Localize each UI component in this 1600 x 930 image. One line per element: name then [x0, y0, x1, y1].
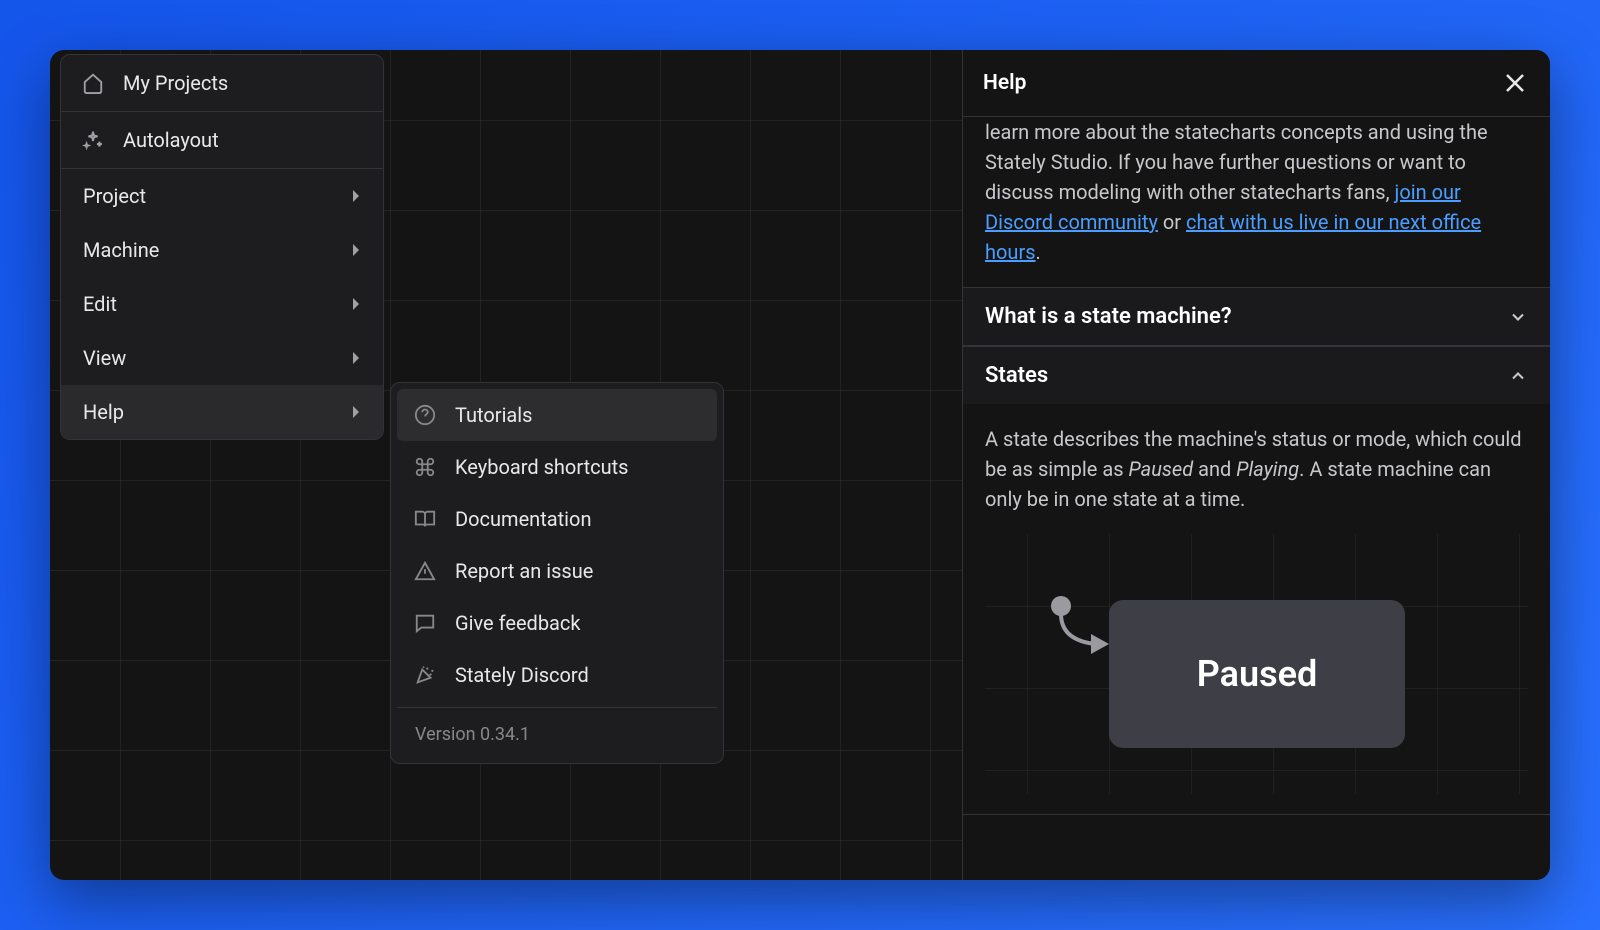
help-intro-text: learn more about the statecharts concept…	[963, 117, 1550, 287]
help-panel-title: Help	[983, 71, 1026, 95]
submenu-tutorials[interactable]: Tutorials	[397, 389, 717, 441]
chevron-up-icon	[1508, 366, 1528, 386]
main-menu: My Projects Autolayout Project Machine E…	[60, 54, 384, 440]
menu-label: Autolayout	[123, 128, 219, 152]
submenu-label: Documentation	[455, 507, 592, 531]
book-icon	[413, 507, 437, 531]
submenu-give-feedback[interactable]: Give feedback	[397, 597, 717, 649]
chevron-right-icon	[351, 405, 361, 419]
menu-machine[interactable]: Machine	[61, 223, 383, 277]
text-fragment: or	[1158, 210, 1186, 234]
warning-icon	[413, 559, 437, 583]
accordion-body: A state describes the machine's status o…	[963, 404, 1550, 814]
menu-label: Help	[83, 400, 124, 424]
menu-help[interactable]: Help	[61, 385, 383, 439]
command-icon	[413, 455, 437, 479]
help-panel-body: learn more about the statecharts concept…	[963, 117, 1550, 880]
submenu-report-issue[interactable]: Report an issue	[397, 545, 717, 597]
submenu-documentation[interactable]: Documentation	[397, 493, 717, 545]
menu-view[interactable]: View	[61, 331, 383, 385]
menu-my-projects[interactable]: My Projects	[61, 55, 383, 112]
accordion-title: What is a state machine?	[985, 304, 1232, 329]
help-panel-header: Help	[963, 50, 1550, 117]
confetti-icon	[413, 663, 437, 687]
accordion-what-is-state-machine: What is a state machine?	[963, 287, 1550, 346]
submenu-label: Tutorials	[455, 403, 533, 427]
text-fragment: .	[1036, 240, 1041, 264]
menu-autolayout[interactable]: Autolayout	[61, 112, 383, 169]
text-italic: Playing	[1236, 457, 1299, 481]
accordion-header[interactable]: States	[963, 347, 1550, 404]
menu-label: Edit	[83, 292, 117, 316]
app-window: My Projects Autolayout Project Machine E…	[50, 50, 1550, 880]
state-node: Paused	[1109, 600, 1405, 748]
chevron-down-icon	[1508, 307, 1528, 327]
menu-label: Machine	[83, 238, 159, 262]
close-button[interactable]	[1500, 68, 1530, 98]
home-icon	[81, 71, 105, 95]
menu-label: View	[83, 346, 126, 370]
chevron-right-icon	[351, 243, 361, 257]
transition-arrow-icon	[1057, 612, 1117, 662]
close-icon	[1503, 71, 1527, 95]
submenu-label: Report an issue	[455, 559, 593, 583]
menu-project[interactable]: Project	[61, 169, 383, 223]
chat-icon	[413, 611, 437, 635]
chevron-right-icon	[351, 189, 361, 203]
menu-edit[interactable]: Edit	[61, 277, 383, 331]
sparkle-icon	[81, 128, 105, 152]
state-diagram: Paused	[985, 534, 1528, 794]
help-panel: Help learn more about the statecharts co…	[962, 50, 1550, 880]
accordion-header[interactable]: What is a state machine?	[963, 288, 1550, 345]
accordion-title: States	[985, 363, 1048, 388]
version-text: Version 0.34.1	[397, 707, 717, 757]
menu-label: My Projects	[123, 71, 228, 95]
help-submenu: Tutorials Keyboard shortcuts Documentati…	[390, 382, 724, 764]
state-node-label: Paused	[1197, 647, 1317, 701]
accordion-states: States A state describes the machine's s…	[963, 346, 1550, 815]
submenu-stately-discord[interactable]: Stately Discord	[397, 649, 717, 701]
chevron-right-icon	[351, 297, 361, 311]
submenu-label: Give feedback	[455, 611, 581, 635]
submenu-keyboard-shortcuts[interactable]: Keyboard shortcuts	[397, 441, 717, 493]
question-circle-icon	[413, 403, 437, 427]
submenu-label: Stately Discord	[455, 663, 589, 687]
menu-label: Project	[83, 184, 146, 208]
submenu-label: Keyboard shortcuts	[455, 455, 629, 479]
chevron-right-icon	[351, 351, 361, 365]
text-italic: Paused	[1129, 457, 1194, 481]
text-fragment: and	[1193, 457, 1236, 481]
